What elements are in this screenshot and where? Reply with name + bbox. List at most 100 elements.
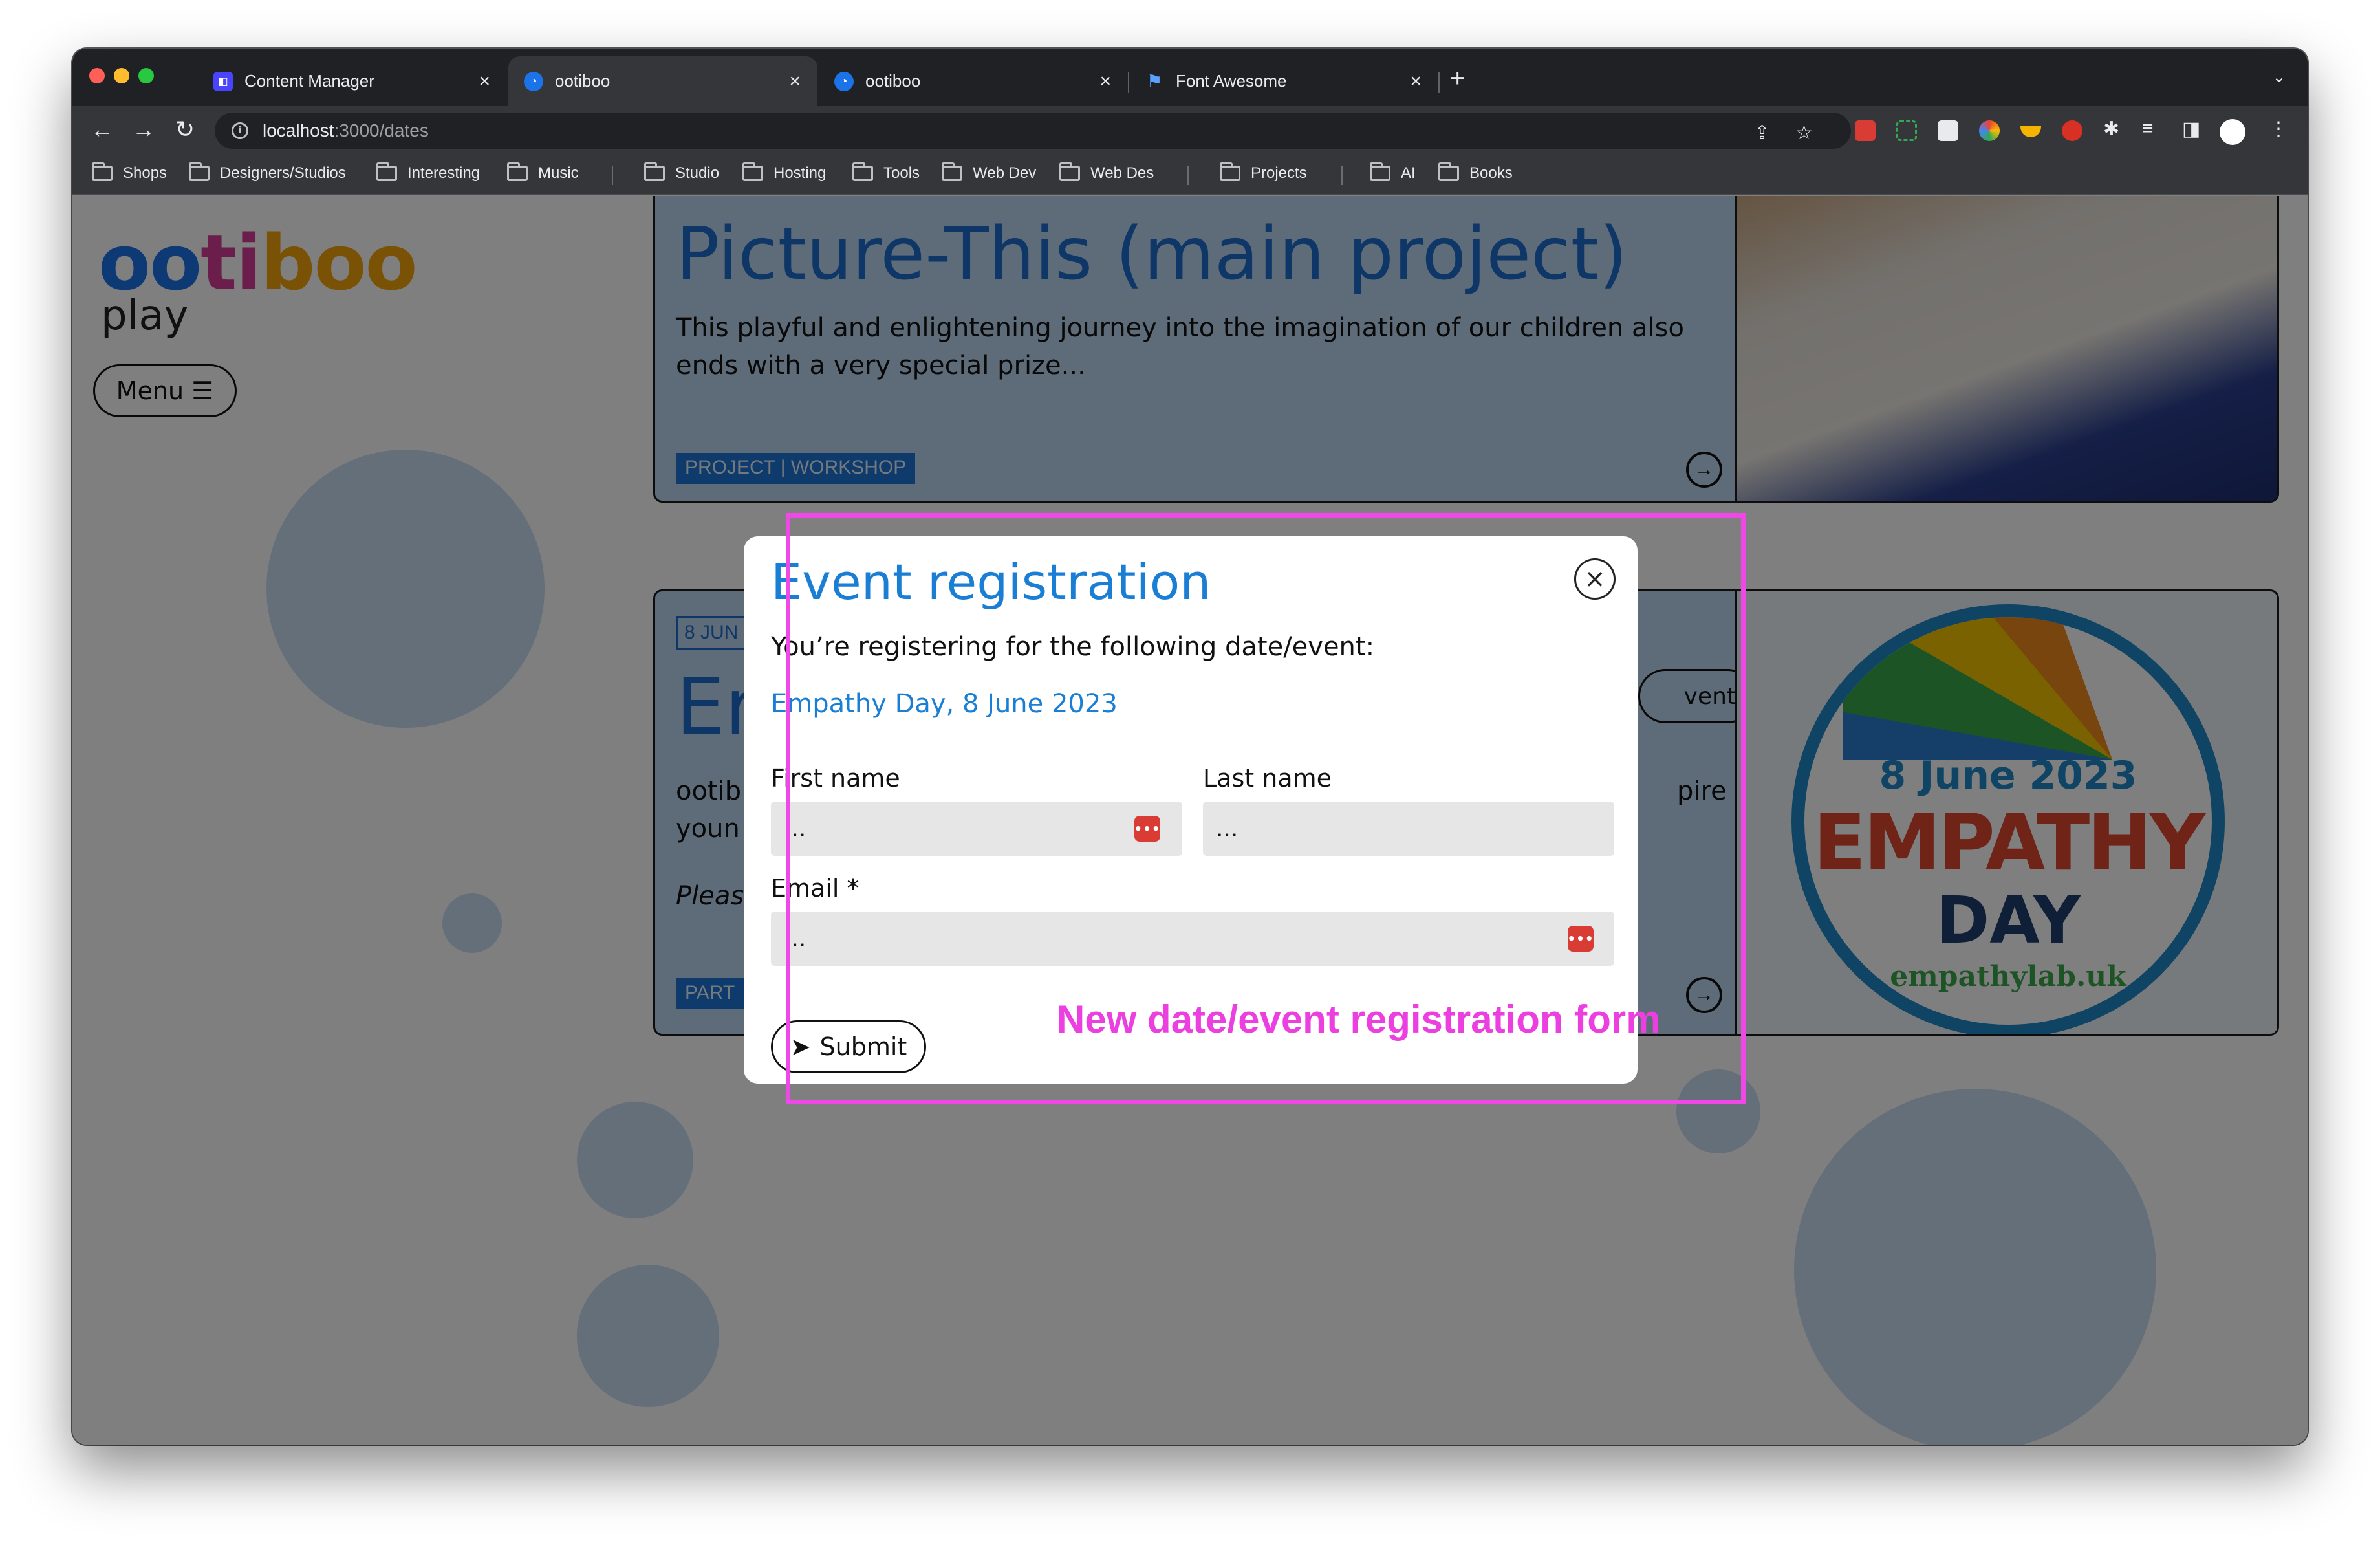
browser-toolbar: ← → ↻ i localhost:3000/dates ⇪ ☆ ✱ ≡ ◨ ⋮ <box>72 106 2308 155</box>
bookmark-label: Web Des <box>1090 164 1154 182</box>
bookmark-music[interactable]: Music <box>507 162 579 182</box>
bookmark-web-dev[interactable]: Web Dev <box>942 162 1037 182</box>
bookmark-studio[interactable]: Studio <box>644 162 720 182</box>
color-picker-extension-icon[interactable] <box>1979 120 2000 141</box>
last-name-field[interactable]: ... <box>1203 802 1614 856</box>
tab-title: Font Awesome <box>1176 71 1287 91</box>
bookmark-label: Hosting <box>774 164 827 182</box>
bookmark-label: Interesting <box>407 164 481 182</box>
minimize-window-button[interactable] <box>114 68 129 83</box>
password-manager-icon[interactable]: ••• <box>1134 816 1160 842</box>
bookmark-label: Tools <box>883 164 920 182</box>
bowl-extension-icon[interactable] <box>2020 126 2041 137</box>
folder-icon <box>1438 162 1459 181</box>
profile-avatar[interactable] <box>2220 119 2245 145</box>
folder-icon <box>376 162 397 181</box>
address-bar[interactable]: i localhost:3000/dates ⇪ ☆ <box>215 113 1851 149</box>
folder-icon <box>507 162 528 181</box>
folder-icon <box>1059 162 1080 181</box>
tab-strip: ◧ Content Manager × ◔ ootiboo × ◔ ootibo… <box>72 49 2308 106</box>
tab-ootiboo-active[interactable]: ◔ ootiboo × <box>508 56 817 106</box>
tab-font-awesome[interactable]: ⚑ Font Awesome × <box>1129 56 1440 106</box>
close-window-button[interactable] <box>89 68 105 83</box>
bookmark-label: Studio <box>675 164 720 182</box>
bookmark-separator <box>612 166 613 185</box>
browser-window: ◧ Content Manager × ◔ ootiboo × ◔ ootibo… <box>72 49 2308 1445</box>
site-info-icon[interactable]: i <box>232 122 248 139</box>
share-icon[interactable]: ⇪ <box>1754 122 1770 144</box>
folder-icon <box>742 162 763 181</box>
bookmark-designers-studios[interactable]: Designers/Studios <box>189 162 346 182</box>
flag-icon: ⚑ <box>1146 71 1163 91</box>
tab-ootiboo[interactable]: ◔ ootiboo × <box>819 56 1129 106</box>
close-tab-icon[interactable]: × <box>789 71 801 93</box>
submit-label: Submit <box>819 1033 907 1061</box>
forward-icon[interactable]: → <box>129 116 158 142</box>
last-name-value: ... <box>1216 815 1239 842</box>
tab-separator <box>1438 72 1440 93</box>
annotation-label: New date/event registration form <box>1057 998 1661 1041</box>
tab-search-chevron-icon[interactable]: ⌄ <box>2273 68 2286 87</box>
ootiboo-icon: ◔ <box>834 71 854 91</box>
bookmark-label: Web Dev <box>973 164 1037 182</box>
folder-icon <box>942 162 962 181</box>
tab-content-manager[interactable]: ◧ Content Manager × <box>198 56 507 106</box>
email-field[interactable]: ... ••• <box>771 912 1614 966</box>
selected-event-name: Empathy Day, 8 June 2023 <box>771 689 1118 719</box>
browser-menu-icon[interactable]: ⋮ <box>2269 118 2288 140</box>
url-path: :3000/dates <box>334 120 429 140</box>
folder-icon <box>644 162 665 181</box>
close-tab-icon[interactable]: × <box>479 71 490 93</box>
modal-title: Event registration <box>771 553 1211 611</box>
zoom-window-button[interactable] <box>138 68 154 83</box>
tab-title: ootiboo <box>555 71 611 91</box>
bookmark-label: AI <box>1401 164 1416 182</box>
bookmark-label: Shops <box>123 164 168 182</box>
new-tab-button[interactable]: + <box>1450 65 1465 91</box>
folder-icon <box>92 162 113 181</box>
email-value: ... <box>784 925 806 952</box>
bookmark-hosting[interactable]: Hosting <box>742 162 827 182</box>
side-panel-icon[interactable]: ◨ <box>2182 118 2200 140</box>
bookmark-separator <box>1341 166 1343 185</box>
bookmark-separator <box>1187 166 1189 185</box>
content-manager-icon: ◧ <box>213 71 233 91</box>
close-tab-icon[interactable]: × <box>1410 71 1422 93</box>
reload-icon[interactable]: ↻ <box>171 116 199 142</box>
first-name-field[interactable]: ... ••• <box>771 802 1182 856</box>
bookmark-shops[interactable]: Shops <box>92 162 168 182</box>
close-icon: × <box>1584 564 1606 594</box>
fontsize-extension-icon[interactable] <box>1938 120 1958 141</box>
bookmark-star-icon[interactable]: ☆ <box>1795 122 1813 144</box>
extensions-puzzle-icon[interactable]: ✱ <box>2103 118 2119 140</box>
bookmark-web-des[interactable]: Web Des <box>1059 162 1154 182</box>
bookmark-label: Designers/Studios <box>220 164 346 182</box>
modal-intro-text: You’re registering for the following dat… <box>771 632 1375 662</box>
bookmark-tools[interactable]: Tools <box>852 162 920 182</box>
media-queue-icon[interactable]: ≡ <box>2142 118 2154 140</box>
folder-icon <box>1220 162 1240 181</box>
paper-plane-icon: ➤ <box>790 1033 811 1061</box>
tab-title: ootiboo <box>865 71 921 91</box>
bookmark-projects[interactable]: Projects <box>1220 162 1307 182</box>
email-label: Email * <box>771 874 860 902</box>
screen-capture-extension-icon[interactable] <box>1896 120 1917 141</box>
bookmark-ai[interactable]: AI <box>1370 162 1416 182</box>
close-modal-button[interactable]: × <box>1574 558 1616 600</box>
bookmark-books[interactable]: Books <box>1438 162 1513 182</box>
bookmark-label: Books <box>1469 164 1513 182</box>
folder-icon <box>852 162 873 181</box>
close-tab-icon[interactable]: × <box>1099 71 1111 93</box>
back-icon[interactable]: ← <box>88 116 116 142</box>
password-manager-icon[interactable]: ••• <box>1567 926 1594 952</box>
password-manager-extension-icon[interactable] <box>1855 120 1876 141</box>
first-name-label: First name <box>771 764 900 792</box>
bookmark-interesting[interactable]: Interesting <box>376 162 481 182</box>
tab-title: Content Manager <box>244 71 374 91</box>
folder-icon <box>189 162 210 181</box>
shield-extension-icon[interactable] <box>2062 120 2082 141</box>
bookmark-label: Music <box>538 164 579 182</box>
submit-button[interactable]: ➤ Submit <box>771 1020 926 1073</box>
folder-icon <box>1370 162 1390 181</box>
bookmarks-bar: Shops Designers/Studios Interesting Musi… <box>72 155 2308 195</box>
